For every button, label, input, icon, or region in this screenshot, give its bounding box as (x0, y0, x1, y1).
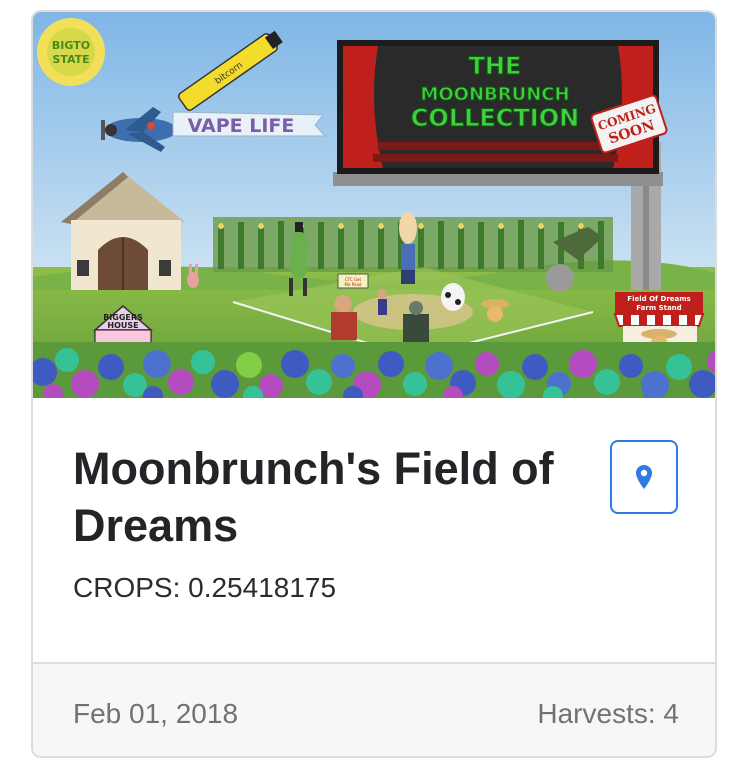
svg-text:VAPE LIFE: VAPE LIFE (188, 115, 295, 137)
card-body: Moonbrunch's Field of Dreams CROPS: 0.25… (33, 398, 715, 662)
svg-text:HOUSE: HOUSE (107, 321, 138, 330)
svg-text:MOONBRUNCH: MOONBRUNCH (420, 84, 569, 105)
map-pin-icon (636, 465, 652, 489)
farm-image[interactable]: BIGTO STATE bitcorn VAPE LIFE THE MOONBR… (33, 12, 715, 398)
card-footer: Feb 01, 2018 Harvests: 4 (33, 662, 715, 756)
svg-text:STATE: STATE (52, 53, 89, 66)
svg-text:THE: THE (469, 52, 522, 80)
farm-card[interactable]: BIGTO STATE bitcorn VAPE LIFE THE MOONBR… (31, 10, 717, 758)
svg-text:Field Of Dreams: Field Of Dreams (627, 295, 690, 303)
svg-text:Me Pead: Me Pead (345, 282, 362, 287)
crops-value: CROPS: 0.25418175 (73, 572, 337, 603)
farm-title[interactable]: Moonbrunch's Field of Dreams (73, 440, 593, 554)
svg-text:COLLECTION: COLLECTION (411, 104, 579, 132)
created-date: Feb 01, 2018 (73, 698, 239, 729)
sun-logo: BIGTO STATE (37, 18, 105, 86)
harvests-count: Harvests: 4 (537, 698, 679, 729)
svg-text:BIGTO: BIGTO (52, 39, 90, 52)
svg-text:Farm Stand: Farm Stand (636, 304, 681, 312)
map-location-button[interactable] (610, 440, 678, 514)
flower-field (33, 342, 715, 398)
vape-life-banner: VAPE LIFE (172, 111, 327, 137)
